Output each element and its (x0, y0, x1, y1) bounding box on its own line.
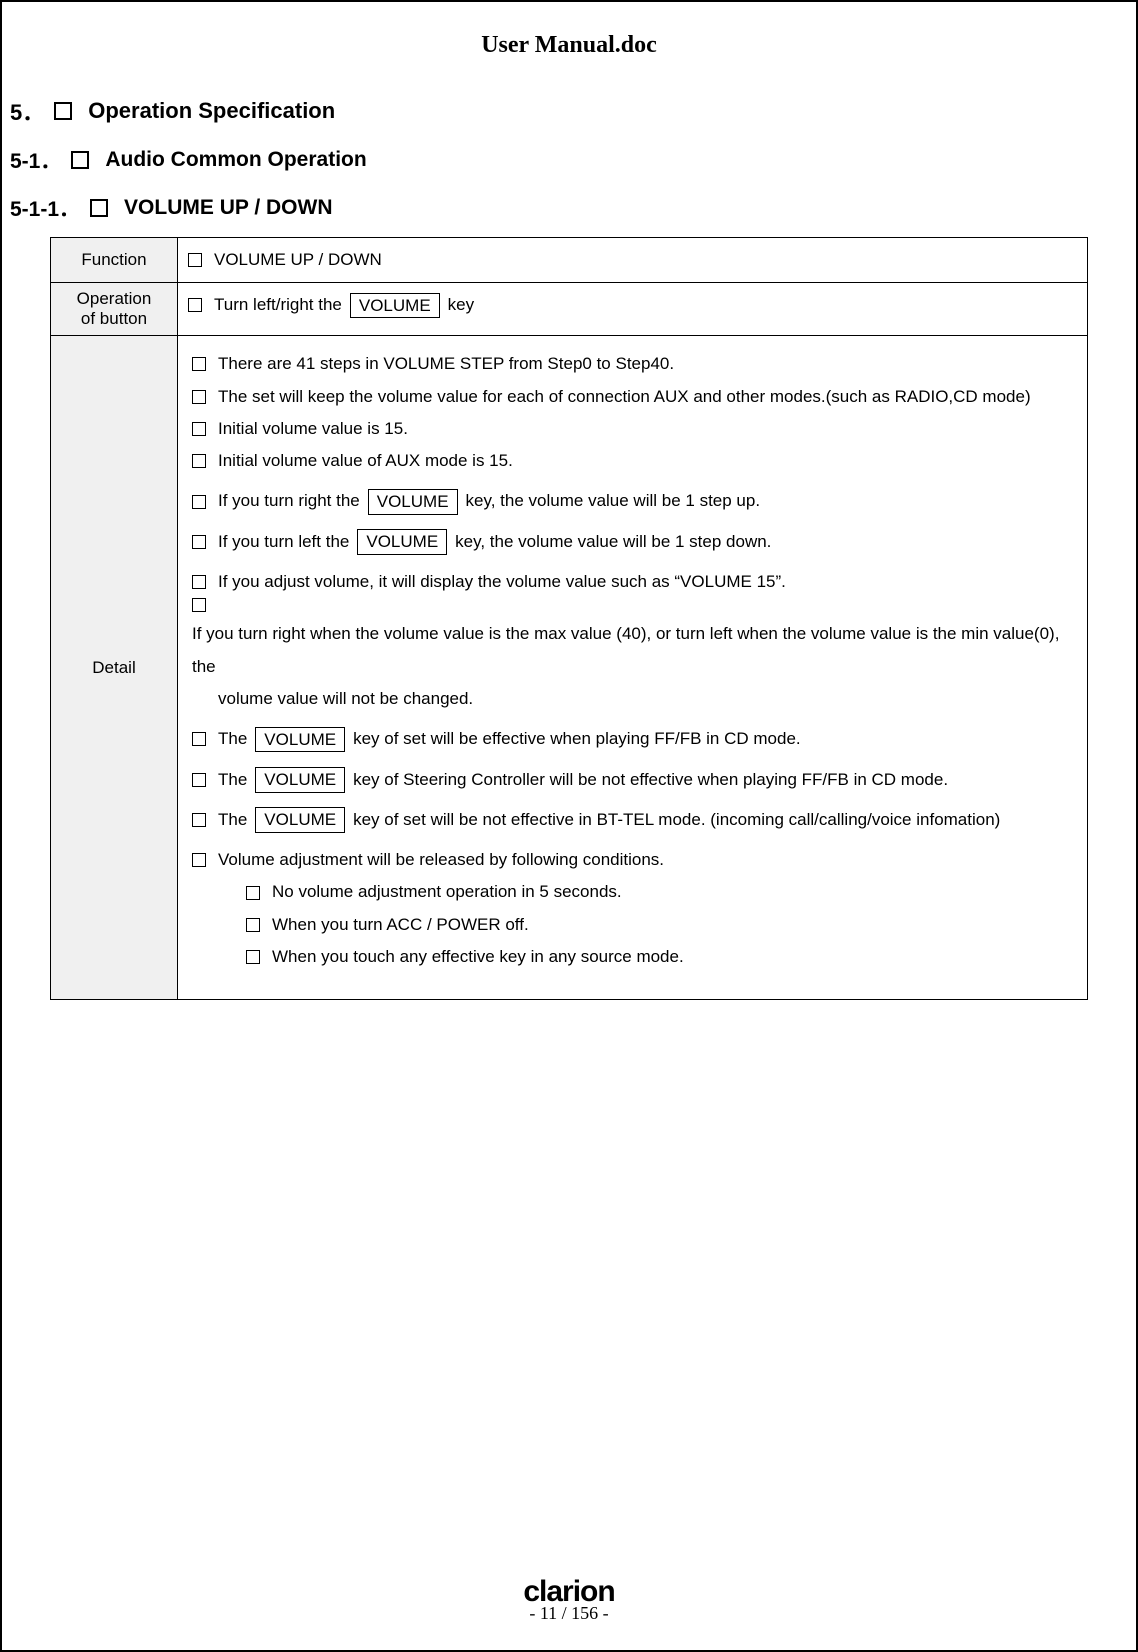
spec-table: Function VOLUME UP / DOWN Operation of b… (50, 237, 1088, 1000)
table-row: Operation of button Turn left/right the … (51, 283, 1088, 336)
checkbox-icon (192, 422, 206, 436)
function-text: VOLUME UP / DOWN (214, 244, 382, 276)
heading-5-1-text: Audio Common Operation (105, 148, 366, 172)
table-row: Function VOLUME UP / DOWN (51, 238, 1088, 283)
detail-text: key of Steering Controller will be not e… (353, 764, 948, 796)
detail-text: key of set will be not effective in BT-T… (353, 804, 1000, 836)
detail-text: If you turn left the (218, 526, 349, 558)
detail-text: Initial volume value is 15. (218, 413, 408, 445)
detail-text: key, the volume value will be 1 step up. (466, 485, 761, 517)
heading-5-1-1-text: VOLUME UP / DOWN (124, 196, 332, 220)
detail-text: When you touch any effective key in any … (272, 941, 684, 973)
checkbox-icon (192, 598, 206, 612)
detail-text: If you turn right when the volume value … (192, 618, 1073, 683)
volume-key: VOLUME (255, 807, 345, 833)
detail-text: If you turn right the (218, 485, 360, 517)
cell-detail-value: There are 41 steps in VOLUME STEP from S… (178, 336, 1088, 1000)
cell-function-value: VOLUME UP / DOWN (178, 238, 1088, 283)
heading-5-text: Operation Specification (88, 98, 335, 124)
clarion-logo: clarion (50, 1578, 1088, 1605)
checkbox-icon (188, 298, 202, 312)
detail-text: key, the volume value will be 1 step dow… (455, 526, 771, 558)
volume-key: VOLUME (255, 767, 345, 793)
heading-5: 5． Operation Specification (10, 95, 1088, 127)
checkbox-icon (192, 390, 206, 404)
detail-text: Volume adjustment will be released by fo… (218, 844, 664, 876)
checkbox-icon (71, 151, 89, 169)
checkbox-icon (192, 575, 206, 589)
detail-text: No volume adjustment operation in 5 seco… (272, 876, 622, 908)
checkbox-icon (192, 535, 206, 549)
page: User Manual.doc 5． Operation Specificati… (0, 0, 1138, 1652)
heading-5-1-1: 5-1-1． VOLUME UP / DOWN (10, 193, 1088, 223)
checkbox-icon (192, 357, 206, 371)
heading-5-number: 5． (10, 95, 44, 127)
checkbox-icon (188, 253, 202, 267)
detail-text: If you adjust volume, it will display th… (218, 566, 786, 598)
cell-operation-value: Turn left/right the VOLUME key (178, 283, 1088, 336)
checkbox-icon (192, 853, 206, 867)
checkbox-icon (192, 773, 206, 787)
doc-title: User Manual.doc (50, 32, 1088, 59)
checkbox-icon (246, 950, 260, 964)
page-number: - 11 / 156 - (50, 1603, 1088, 1624)
checkbox-icon (246, 918, 260, 932)
heading-5-1: 5-1． Audio Common Operation (10, 145, 1088, 175)
checkbox-icon (192, 813, 206, 827)
cell-detail-label: Detail (51, 336, 178, 1000)
detail-text: The (218, 804, 247, 836)
volume-key: VOLUME (255, 727, 345, 753)
op-pre: Turn left/right the (214, 289, 342, 321)
checkbox-icon (192, 495, 206, 509)
cell-operation-label: Operation of button (51, 283, 178, 336)
heading-5-1-1-number: 5-1-1． (10, 193, 80, 223)
volume-key: VOLUME (368, 489, 458, 515)
detail-text: The set will keep the volume value for e… (218, 381, 1031, 413)
detail-text: There are 41 steps in VOLUME STEP from S… (218, 348, 674, 380)
checkbox-icon (192, 454, 206, 468)
operation-label-line2: of button (61, 309, 167, 329)
detail-text: When you turn ACC / POWER off. (272, 909, 529, 941)
heading-5-1-number: 5-1． (10, 145, 61, 175)
volume-key: VOLUME (350, 293, 440, 319)
detail-text: volume value will not be changed. (218, 683, 473, 715)
cell-function-label: Function (51, 238, 178, 283)
op-post: key (448, 289, 474, 321)
detail-text: The (218, 764, 247, 796)
detail-text: key of set will be effective when playin… (353, 723, 801, 755)
table-row: Detail There are 41 steps in VOLUME STEP… (51, 336, 1088, 1000)
checkbox-icon (54, 102, 72, 120)
checkbox-icon (90, 199, 108, 217)
volume-key: VOLUME (357, 529, 447, 555)
detail-text: Initial volume value of AUX mode is 15. (218, 445, 513, 477)
checkbox-icon (192, 732, 206, 746)
checkbox-icon (246, 886, 260, 900)
detail-text: The (218, 723, 247, 755)
operation-label-line1: Operation (61, 289, 167, 309)
page-footer: clarion - 11 / 156 - (50, 1578, 1088, 1630)
